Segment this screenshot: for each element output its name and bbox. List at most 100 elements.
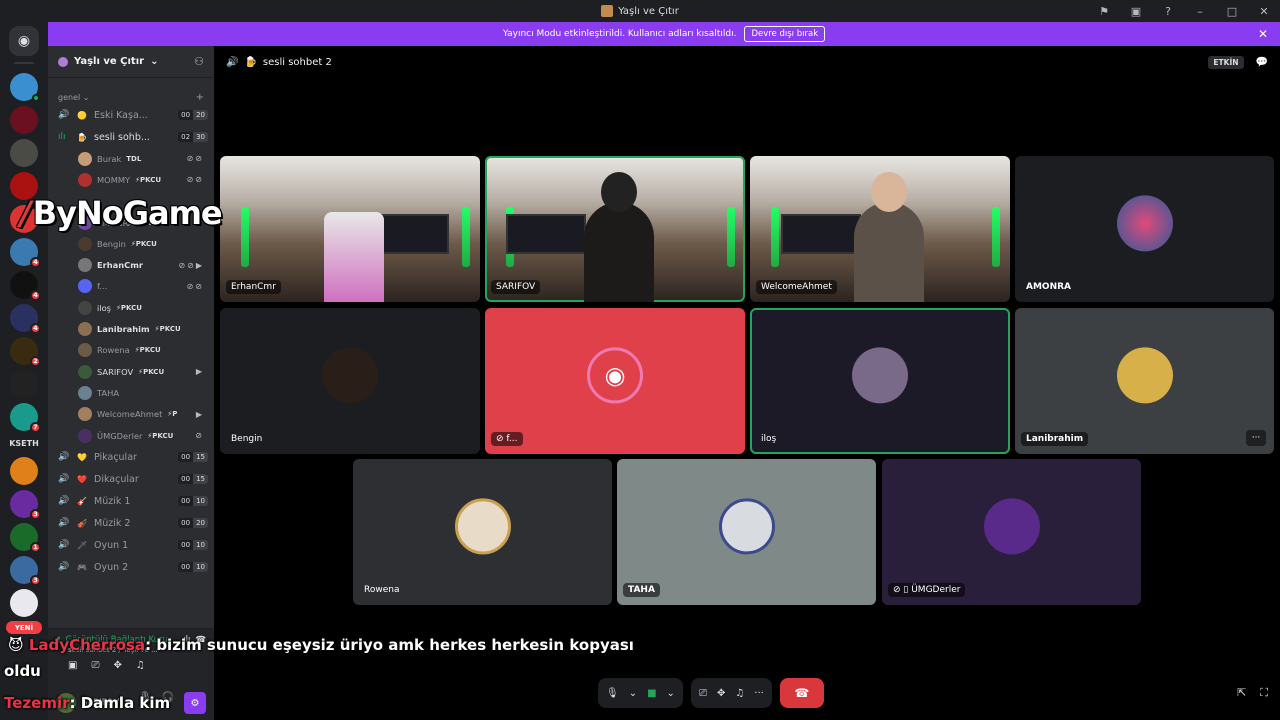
voice-user[interactable]: Bengin ⚡PKCU xyxy=(48,233,214,254)
voice-channel[interactable]: 🔊 🗡 Oyun 1 00 10 xyxy=(48,534,214,556)
video-tile[interactable]: SARIFOV xyxy=(485,156,745,302)
disable-streamer-mode-button[interactable]: Devre dışı bırak xyxy=(744,26,826,42)
speaker-icon: 🔊 xyxy=(58,474,70,485)
minimize-button[interactable]: – xyxy=(1184,0,1216,22)
voice-user[interactable]: Rowena ⚡PKCU xyxy=(48,340,214,361)
soundboard-icon[interactable]: ♫ xyxy=(136,660,145,671)
soundboard-icon[interactable]: ♫ xyxy=(735,688,744,699)
server-icon[interactable]: 4 xyxy=(10,303,41,334)
screen-share-icon[interactable]: ⎚ xyxy=(699,688,707,699)
activity-pill[interactable]: ETKİN xyxy=(1208,55,1244,69)
inbox-icon[interactable]: ⚑ xyxy=(1088,0,1120,22)
server-icon[interactable] xyxy=(10,588,38,617)
camera-icon[interactable]: ▣ xyxy=(68,660,77,671)
mention-badge: 4 xyxy=(30,289,41,301)
voice-tile[interactable]: TAHA xyxy=(617,459,876,605)
window-titlebar: Yaşlı ve Çıtır ⚑ ▣ ? – □ ✕ xyxy=(0,0,1280,22)
chevron-down-icon[interactable]: ⌄ xyxy=(629,688,637,699)
guild-name: Yaşlı ve Çıtır xyxy=(74,56,145,67)
rgb-light xyxy=(726,207,735,268)
server-icon[interactable]: 4 xyxy=(10,237,41,268)
avatar xyxy=(78,236,92,251)
voice-user-name: ErhanCmr xyxy=(97,260,143,271)
gear-icon[interactable]: ⚙ xyxy=(184,692,206,714)
server-kseth[interactable]: KSETH xyxy=(9,439,39,448)
window-title: Yaşlı ve Çıtır xyxy=(601,5,679,17)
invite-icon[interactable]: ⚇ xyxy=(194,55,204,68)
fullscreen-icon[interactable]: ⛶ xyxy=(1260,686,1268,700)
activity-icon[interactable]: ✥ xyxy=(717,688,725,699)
avatar xyxy=(78,279,92,294)
more-options-icon[interactable]: ··· xyxy=(1246,430,1266,446)
user-tag: ⚡PKCU xyxy=(134,346,161,355)
mention-badge: 3 xyxy=(30,508,41,520)
voice-user-name: WelcomeAhmet xyxy=(97,409,163,420)
activity-icon[interactable]: ✥ xyxy=(113,660,121,671)
tile-label: ErhanCmr xyxy=(226,280,281,294)
voice-channel[interactable]: 🔊 🎻 Müzik 2 00 20 xyxy=(48,512,214,534)
server-icon[interactable] xyxy=(10,456,38,485)
voice-tile[interactable]: ◉ ⊘ f... xyxy=(485,308,745,454)
voice-user-name: ÜMGDerler xyxy=(97,430,143,441)
voice-user[interactable]: MOMMY ⚡PKCU ⊘⊘ xyxy=(48,169,214,190)
discord-home-icon[interactable]: ◉ xyxy=(9,26,39,56)
voice-user[interactable]: Burak TDL ⊘⊘ xyxy=(48,148,214,169)
microphone-icon[interactable]: 🎙 xyxy=(606,688,619,699)
voice-user[interactable]: iloş ⚡PKCU xyxy=(48,297,214,318)
close-icon[interactable]: ✕ xyxy=(1258,27,1268,41)
voice-user[interactable]: WelcomeAhmet ⚡P ▶ xyxy=(48,404,214,425)
voice-channel[interactable]: 🔊 🟡 Eski Kaşa... 00 20 xyxy=(48,104,214,126)
server-icon[interactable] xyxy=(10,72,40,102)
chat-icon[interactable]: 💬 xyxy=(1256,57,1268,68)
voice-user[interactable]: ÜMGDerler ⚡PKCU ⊘ xyxy=(48,425,214,446)
category-header[interactable]: genel ⌄ + xyxy=(48,90,214,104)
screen-icon[interactable]: ▣ xyxy=(1120,0,1152,22)
server-icon[interactable] xyxy=(10,105,38,134)
rgb-light xyxy=(770,207,779,268)
mention-badge: 4 xyxy=(30,256,41,268)
server-icon[interactable]: 3 xyxy=(10,489,41,520)
help-icon[interactable]: ? xyxy=(1152,0,1184,22)
voice-user[interactable]: Lanibrahim ⚡PKCU xyxy=(48,318,214,339)
server-icon[interactable]: 3 xyxy=(10,555,41,586)
voice-tile[interactable]: Bengin xyxy=(220,308,480,454)
voice-channel[interactable]: 🔊 💛 Pikaçular 00 15 xyxy=(48,446,214,468)
voice-channel[interactable]: 🔊 🎸 Müzik 1 00 10 xyxy=(48,490,214,512)
server-icon[interactable]: 7 xyxy=(10,402,41,433)
maximize-button[interactable]: □ xyxy=(1216,0,1248,22)
disconnect-button[interactable]: ☎ xyxy=(779,678,824,708)
voice-user[interactable]: TAHA xyxy=(48,382,214,403)
video-tile[interactable]: WelcomeAhmet xyxy=(750,156,1010,302)
tile-label: AMONRA xyxy=(1026,282,1071,292)
server-icon[interactable] xyxy=(10,138,38,167)
more-icon[interactable]: ··· xyxy=(754,688,764,699)
server-icon[interactable]: 1 xyxy=(10,522,41,553)
camera-icon[interactable]: ■ xyxy=(647,688,656,699)
speaker-icon: 🔊 xyxy=(58,452,70,463)
voice-tile[interactable]: AMONRA xyxy=(1015,156,1274,302)
guild-header[interactable]: Yaşlı ve Çıtır ⌄ ⚇ xyxy=(48,46,214,78)
screen-share-icon[interactable]: ⎚ xyxy=(91,660,99,671)
video-tile[interactable]: ErhanCmr xyxy=(220,156,480,302)
voice-user[interactable]: ErhanCmr ⊘⊘▶ xyxy=(48,254,214,275)
voice-tile[interactable]: Lanibrahim ··· xyxy=(1015,308,1274,454)
server-icon[interactable]: 2 xyxy=(10,336,41,367)
category-name: genel xyxy=(58,92,81,102)
voice-tile[interactable]: ⊘ ▯ ÜMGDerler xyxy=(882,459,1141,605)
avatar xyxy=(78,385,92,400)
voice-channel[interactable]: 🔊 ❤️ Dikaçular 00 15 xyxy=(48,468,214,490)
voice-channel[interactable]: ılı 🍺 sesli sohb... 02 30 xyxy=(48,126,214,148)
voice-channel[interactable]: 🔊 🎮 Oyun 2 00 10 xyxy=(48,556,214,578)
server-icon[interactable]: 4 xyxy=(10,270,41,301)
voice-user[interactable]: SARIFOV ⚡PKCU ▶ xyxy=(48,361,214,382)
voice-tile[interactable]: iloş xyxy=(750,308,1010,454)
stream-chat-message-cont: oldu xyxy=(4,662,41,680)
chevron-down-icon[interactable]: ⌄ xyxy=(667,688,675,699)
popout-icon[interactable]: ⇱ xyxy=(1237,686,1246,700)
speaker-icon: 🔊 xyxy=(58,496,70,507)
server-icon[interactable] xyxy=(10,369,38,398)
voice-tile[interactable]: Rowena xyxy=(353,459,612,605)
voice-user[interactable]: f... ⊘⊘ xyxy=(48,276,214,297)
close-window-button[interactable]: ✕ xyxy=(1248,0,1280,22)
add-channel-icon[interactable]: + xyxy=(196,92,204,103)
